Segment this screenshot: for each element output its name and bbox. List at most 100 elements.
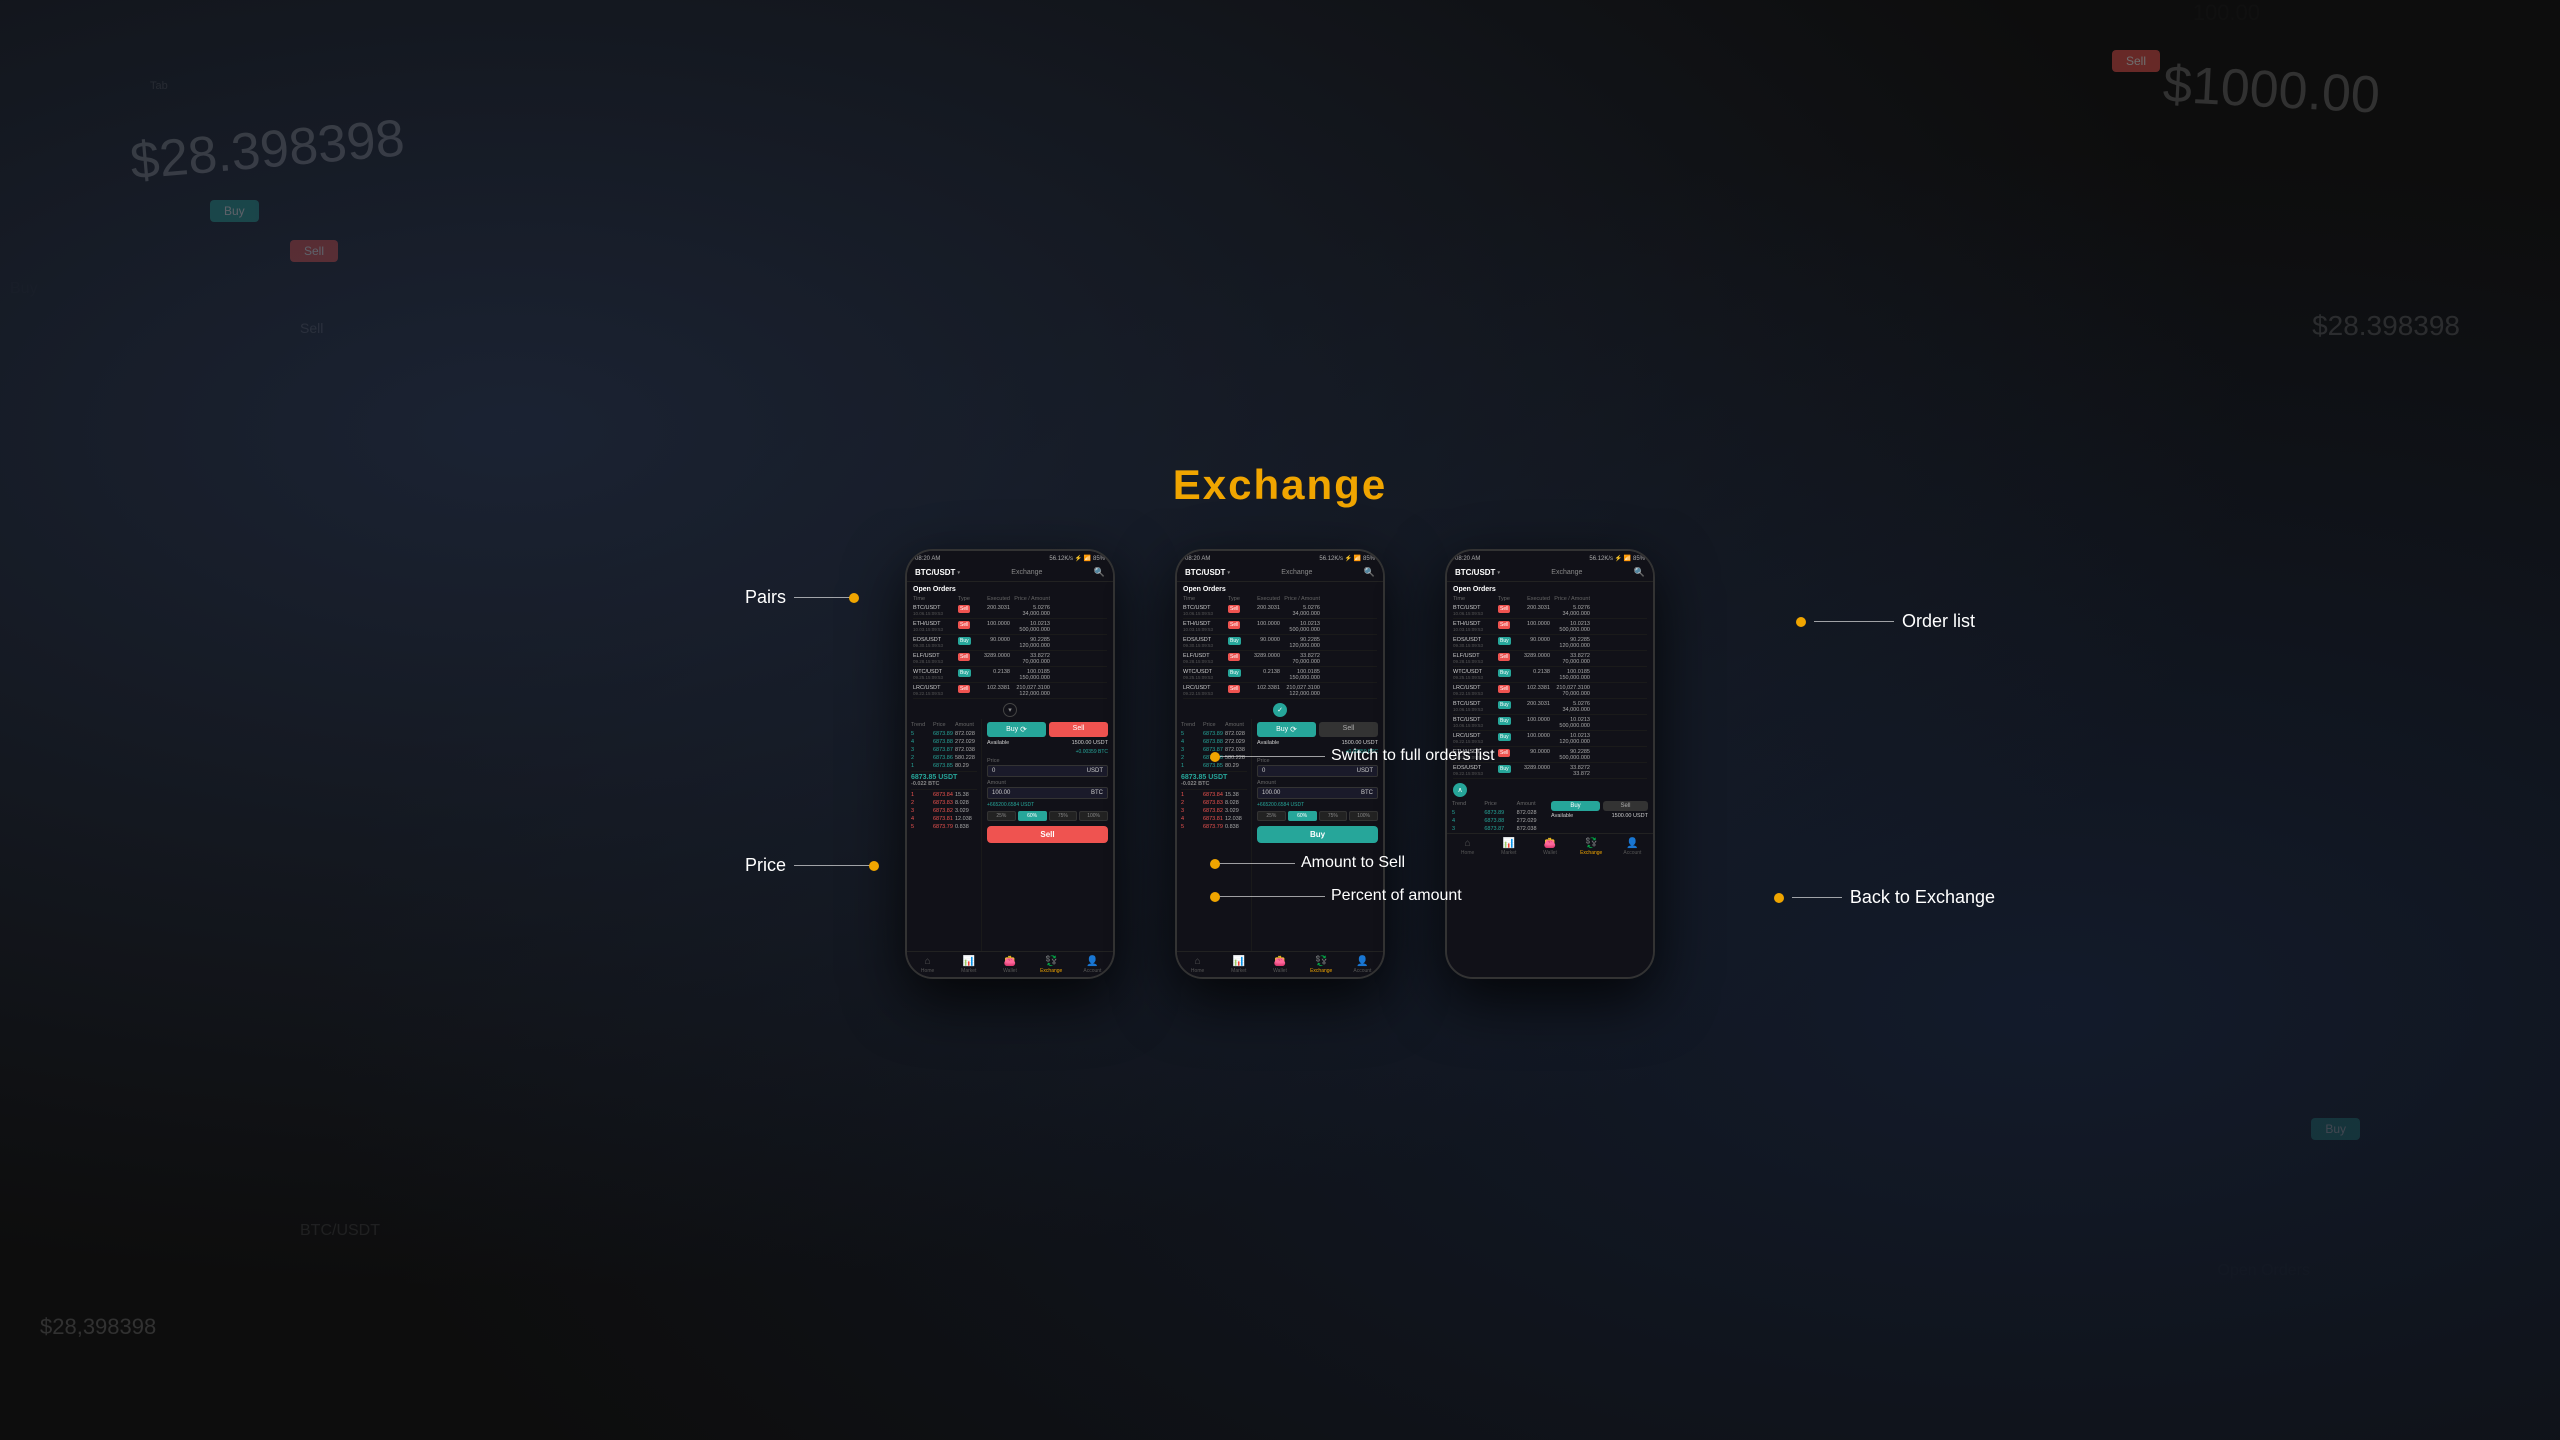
ob-sell-3: 36873.87872.038 xyxy=(911,746,977,754)
phone-2-collapse-btn[interactable]: ✓ xyxy=(1177,701,1383,719)
p3-o10-ex: 90.0000 xyxy=(1520,749,1550,761)
p3-o5-time: 09.25.15:09:53 xyxy=(1453,675,1498,680)
annotation-back-exchange: Back to Exchange xyxy=(1850,887,1995,908)
wallet-label-3: Wallet xyxy=(1543,850,1557,856)
order-row-2[interactable]: ETH/USDT10.03.15:09:53 Sell 100.0000 10.… xyxy=(913,619,1107,635)
order-row-4[interactable]: ELF/USDT09.28.15:09:53 Sell 3289.0000 33… xyxy=(913,651,1107,667)
p3-o4-type: Sell xyxy=(1498,653,1510,661)
phone-2-search-icon[interactable]: 🔍 xyxy=(1364,567,1375,578)
p3-order-row-9[interactable]: LRC/USDT09.22.15:09:53 Buy 100.0000 10.0… xyxy=(1453,731,1647,747)
order-row-6[interactable]: LRC/USDT09.22.15:09:53 Sell 102.3381 210… xyxy=(913,683,1107,699)
p3-o1-price: 5.027634,000.000 xyxy=(1550,605,1590,617)
p3-order-row-5[interactable]: WTC/USDT09.25.15:09:53 Buy 0.2138 100.01… xyxy=(1453,667,1647,683)
p3-o11-time: 09.22.15:09:53 xyxy=(1453,771,1498,776)
ob-s3-amount: 872.038 xyxy=(955,747,977,753)
nav-market-1[interactable]: 📊 Market xyxy=(948,952,989,977)
phone-2-pair-selector[interactable]: BTC/USDT ▾ xyxy=(1185,568,1230,577)
phone-1-search-icon[interactable]: 🔍 xyxy=(1094,567,1105,578)
nav-home-1[interactable]: ⌂ Home xyxy=(907,952,948,977)
nav-account-2[interactable]: 👤 Account xyxy=(1342,952,1383,977)
nav-exchange-1[interactable]: 💱 Exchange xyxy=(1031,952,1072,977)
phone-1-pair-selector[interactable]: BTC/USDT ▾ xyxy=(915,568,960,577)
phone-3-mini-ob: Trend Price Amount 56873.89872.028 46873… xyxy=(1452,801,1549,833)
p3-order-row-1[interactable]: BTC/USDT10.06.15:09:53 Sell 200.3031 5.0… xyxy=(1453,603,1647,619)
pct-60[interactable]: 60% xyxy=(1018,811,1047,821)
page-title: Exchange xyxy=(1173,461,1387,509)
phone-2-chevron: ▾ xyxy=(1227,570,1230,576)
phone-1-buy-tab[interactable]: Buy ⟳ xyxy=(987,722,1046,737)
p2-order-row-5[interactable]: WTC/USDT09.25.15:09:53 Buy 0.2138 100.01… xyxy=(1183,667,1377,683)
p3-o6-price: 210,027.310070,000.000 xyxy=(1550,685,1590,697)
nav-wallet-1[interactable]: 👛 Wallet xyxy=(989,952,1030,977)
p3-o8-time: 10.06.15:09:53 xyxy=(1453,723,1498,728)
nav-home-2[interactable]: ⌂ Home xyxy=(1177,952,1218,977)
p2-order-row-1[interactable]: BTC/USDT10.06.15:09:53 Sell 200.3031 5.0… xyxy=(1183,603,1377,619)
nav-market-2[interactable]: 📊 Market xyxy=(1218,952,1259,977)
nav-wallet-3[interactable]: 👛 Wallet xyxy=(1529,834,1570,859)
nav-account-3[interactable]: 👤 Account xyxy=(1612,834,1653,859)
p2-order-row-2[interactable]: ETH/USDT10.03.15:09:53 Sell 100.0000 10.… xyxy=(1183,619,1377,635)
phone-3-search-icon[interactable]: 🔍 xyxy=(1634,567,1645,578)
phone-2-buy-tab[interactable]: Buy ⟳ xyxy=(1257,722,1316,737)
phone-1-exchange-tab: Exchange xyxy=(1011,569,1042,576)
phone-1-collapse-btn[interactable]: ▾ xyxy=(907,701,1113,719)
order-row-5[interactable]: WTC/USDT09.25.15:09:53 Buy 0.2138 100.01… xyxy=(913,667,1107,683)
nav-account-1[interactable]: 👤 Account xyxy=(1072,952,1113,977)
exchange-icon-1: 💱 xyxy=(1045,956,1057,967)
p2-curr-price: 6873.85 USDT xyxy=(1181,774,1247,781)
market-icon-1: 📊 xyxy=(963,956,975,967)
phone-1-sell-tab[interactable]: Sell xyxy=(1049,722,1108,737)
phone-2-pair: BTC/USDT xyxy=(1185,568,1225,577)
phone-2-amount-field[interactable]: 100.00 BTC xyxy=(1257,787,1378,799)
pct-75[interactable]: 75% xyxy=(1049,811,1078,821)
wallet-icon-2: 👛 xyxy=(1274,956,1286,967)
ob-col-trend: Trend xyxy=(911,722,933,728)
phone-1-sell-button[interactable]: Sell xyxy=(987,826,1108,843)
phone-1-price-field[interactable]: 0 USDT xyxy=(987,765,1108,777)
phone-1-amount-field[interactable]: 100.00 BTC xyxy=(987,787,1108,799)
phone-2-buy-button[interactable]: Buy xyxy=(1257,826,1378,843)
p2-s3-t: 3 xyxy=(1181,747,1203,753)
pct-25[interactable]: 25% xyxy=(987,811,1016,821)
nav-exchange-3[interactable]: 💱 Exchange xyxy=(1571,834,1612,859)
p3-order-row-8[interactable]: BTC/USDT10.06.15:09:53 Buy 100.0000 10.0… xyxy=(1453,715,1647,731)
phone-3-sell-tab[interactable]: Sell xyxy=(1603,801,1648,811)
p2-pct-75[interactable]: 75% xyxy=(1319,811,1348,821)
phone-2-sell-tab[interactable]: Sell xyxy=(1319,722,1378,737)
p2-order-row-3[interactable]: EOS/USDT09.30.15:09:53 Buy 90.0000 90.22… xyxy=(1183,635,1377,651)
order-5-type: Buy xyxy=(958,669,971,677)
p2-pct-25[interactable]: 25% xyxy=(1257,811,1286,821)
p3-o7-price: 5.027634,000.000 xyxy=(1550,701,1590,713)
p3-order-row-7[interactable]: BTC/USDT10.06.15:09:53 Buy 200.3031 5.02… xyxy=(1453,699,1647,715)
nav-market-3[interactable]: 📊 Market xyxy=(1488,834,1529,859)
phone-3-buy-tab[interactable]: Buy xyxy=(1551,801,1600,811)
phone-3-back-circle[interactable]: ∧ xyxy=(1453,783,1467,797)
phone-1-amount-group: Amount 100.00 BTC xyxy=(987,780,1108,799)
phone-1-pair: BTC/USDT xyxy=(915,568,955,577)
p2-order-row-4[interactable]: ELF/USDT09.28.15:09:53 Sell 3289.0000 33… xyxy=(1183,651,1377,667)
p3-order-row-2[interactable]: ETH/USDT10.03.15:09:53 Sell 100.0000 10.… xyxy=(1453,619,1647,635)
p3-s3a: 872.038 xyxy=(1517,826,1549,832)
p3-order-row-6[interactable]: LRC/USDT09.22.15:09:53 Sell 102.3381 210… xyxy=(1453,683,1647,699)
phone-1-bottom-nav: ⌂ Home 📊 Market 👛 Wallet 💱 Exchange xyxy=(907,951,1113,977)
nav-home-3[interactable]: ⌂ Home xyxy=(1447,834,1488,859)
p3-order-row-4[interactable]: ELF/USDT09.28.15:09:53 Sell 3289.0000 33… xyxy=(1453,651,1647,667)
p2-pct-60[interactable]: 60% xyxy=(1288,811,1317,821)
p3-order-row-3[interactable]: EOS/USDT09.30.15:09:53 Buy 90.0000 90.22… xyxy=(1453,635,1647,651)
p2-s1-t: 1 xyxy=(1181,763,1203,769)
p2-o1-executed: 200.3031 xyxy=(1250,605,1280,617)
p2-pct-100[interactable]: 100% xyxy=(1349,811,1378,821)
p2-ob-b3: 36873.823.029 xyxy=(1181,807,1247,815)
p2-s5-t: 5 xyxy=(1181,731,1203,737)
order-row-3[interactable]: EOS/USDT09.30.15:09:53 Buy 90.0000 90.22… xyxy=(913,635,1107,651)
p3-o8-price: 10.0213500,000.000 xyxy=(1550,717,1590,729)
order-row-1[interactable]: BTC/USDT10.06.15:09:53 Sell 200.3031 5.0… xyxy=(913,603,1107,619)
pct-100[interactable]: 100% xyxy=(1079,811,1108,821)
p3-order-row-11[interactable]: EOS/USDT09.22.15:09:53 Buy 3289.0000 33.… xyxy=(1453,763,1647,779)
nav-exchange-2[interactable]: 💱 Exchange xyxy=(1301,952,1342,977)
nav-wallet-2[interactable]: 👛 Wallet xyxy=(1259,952,1300,977)
ob-s4-price: 6873.88 xyxy=(933,739,955,745)
p2-order-row-6[interactable]: LRC/USDT09.22.15:09:53 Sell 102.3381 210… xyxy=(1183,683,1377,699)
phone-2-price-field[interactable]: 0 USDT xyxy=(1257,765,1378,777)
phone-3-pair-selector[interactable]: BTC/USDT ▾ xyxy=(1455,568,1500,577)
